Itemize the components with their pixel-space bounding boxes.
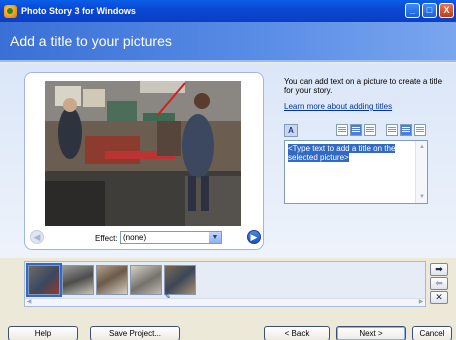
learn-more-link[interactable]: Learn more about adding titles (284, 102, 392, 111)
filmstrip: ✎ ◀ ▶ (24, 261, 426, 307)
position-top-icon[interactable] (386, 124, 398, 136)
remove-picture-button[interactable]: ✕ (430, 291, 448, 304)
scroll-down-icon[interactable]: ▼ (417, 192, 427, 202)
window-controls: _ □ X (405, 3, 454, 18)
align-right-icon[interactable] (364, 124, 376, 136)
title-text-placeholder: <Type text to add a title on the selecte… (288, 144, 396, 162)
window-title: Photo Story 3 for Windows (21, 6, 136, 16)
app-icon (4, 4, 17, 18)
minimize-button[interactable]: _ (405, 3, 420, 18)
move-picture-left-button[interactable]: ⬅ (430, 277, 448, 290)
cancel-button[interactable]: Cancel (412, 326, 452, 340)
effect-value: (none) (123, 233, 147, 242)
wizard-buttons: Help Save Project... < Back Next > Cance… (0, 318, 456, 340)
page-header: Add a title to your pictures (0, 22, 456, 62)
position-middle-icon[interactable] (400, 124, 412, 136)
page-title: Add a title to your pictures (10, 33, 172, 49)
title-text-field[interactable]: <Type text to add a title on the selecte… (284, 140, 428, 204)
previous-picture-button[interactable]: ◀ (30, 230, 44, 244)
back-button[interactable]: < Back (264, 326, 330, 340)
scroll-left-icon[interactable]: ◀ (25, 299, 33, 306)
thumbnail-5[interactable] (164, 265, 196, 295)
scroll-right-icon[interactable]: ▶ (417, 299, 425, 306)
info-text: You can add text on a picture to create … (284, 77, 443, 95)
photo-image (45, 81, 241, 226)
thumbnail-3[interactable] (96, 265, 128, 295)
next-button[interactable]: Next > (336, 326, 406, 340)
close-button[interactable]: X (439, 3, 454, 18)
effect-label: Effect: (95, 234, 118, 243)
font-icon[interactable]: A (284, 124, 298, 137)
effect-dropdown[interactable]: (none) ▼ (120, 231, 222, 244)
thumbnail-4[interactable] (130, 265, 162, 295)
text-toolbar: A (284, 124, 428, 137)
help-button[interactable]: Help (8, 326, 78, 340)
position-bottom-icon[interactable] (414, 124, 426, 136)
title-bar: Photo Story 3 for Windows _ □ X (0, 0, 456, 22)
align-center-icon[interactable] (350, 124, 362, 136)
scroll-up-icon[interactable]: ▲ (417, 142, 427, 152)
picture-preview[interactable] (45, 81, 241, 226)
maximize-button[interactable]: □ (422, 3, 437, 18)
save-project-button[interactable]: Save Project... (90, 326, 180, 340)
align-left-icon[interactable] (336, 124, 348, 136)
thumbnail-list (26, 263, 196, 297)
filmstrip-scrollbar[interactable]: ◀ ▶ (25, 298, 425, 306)
chevron-down-icon[interactable]: ▼ (209, 232, 221, 243)
next-picture-button[interactable]: ▶ (247, 230, 261, 244)
textarea-scrollbar[interactable]: ▲ ▼ (415, 141, 427, 203)
thumbnail-1[interactable] (26, 263, 62, 297)
thumbnail-2[interactable] (62, 265, 94, 295)
move-picture-right-button[interactable]: ➡ (430, 263, 448, 276)
